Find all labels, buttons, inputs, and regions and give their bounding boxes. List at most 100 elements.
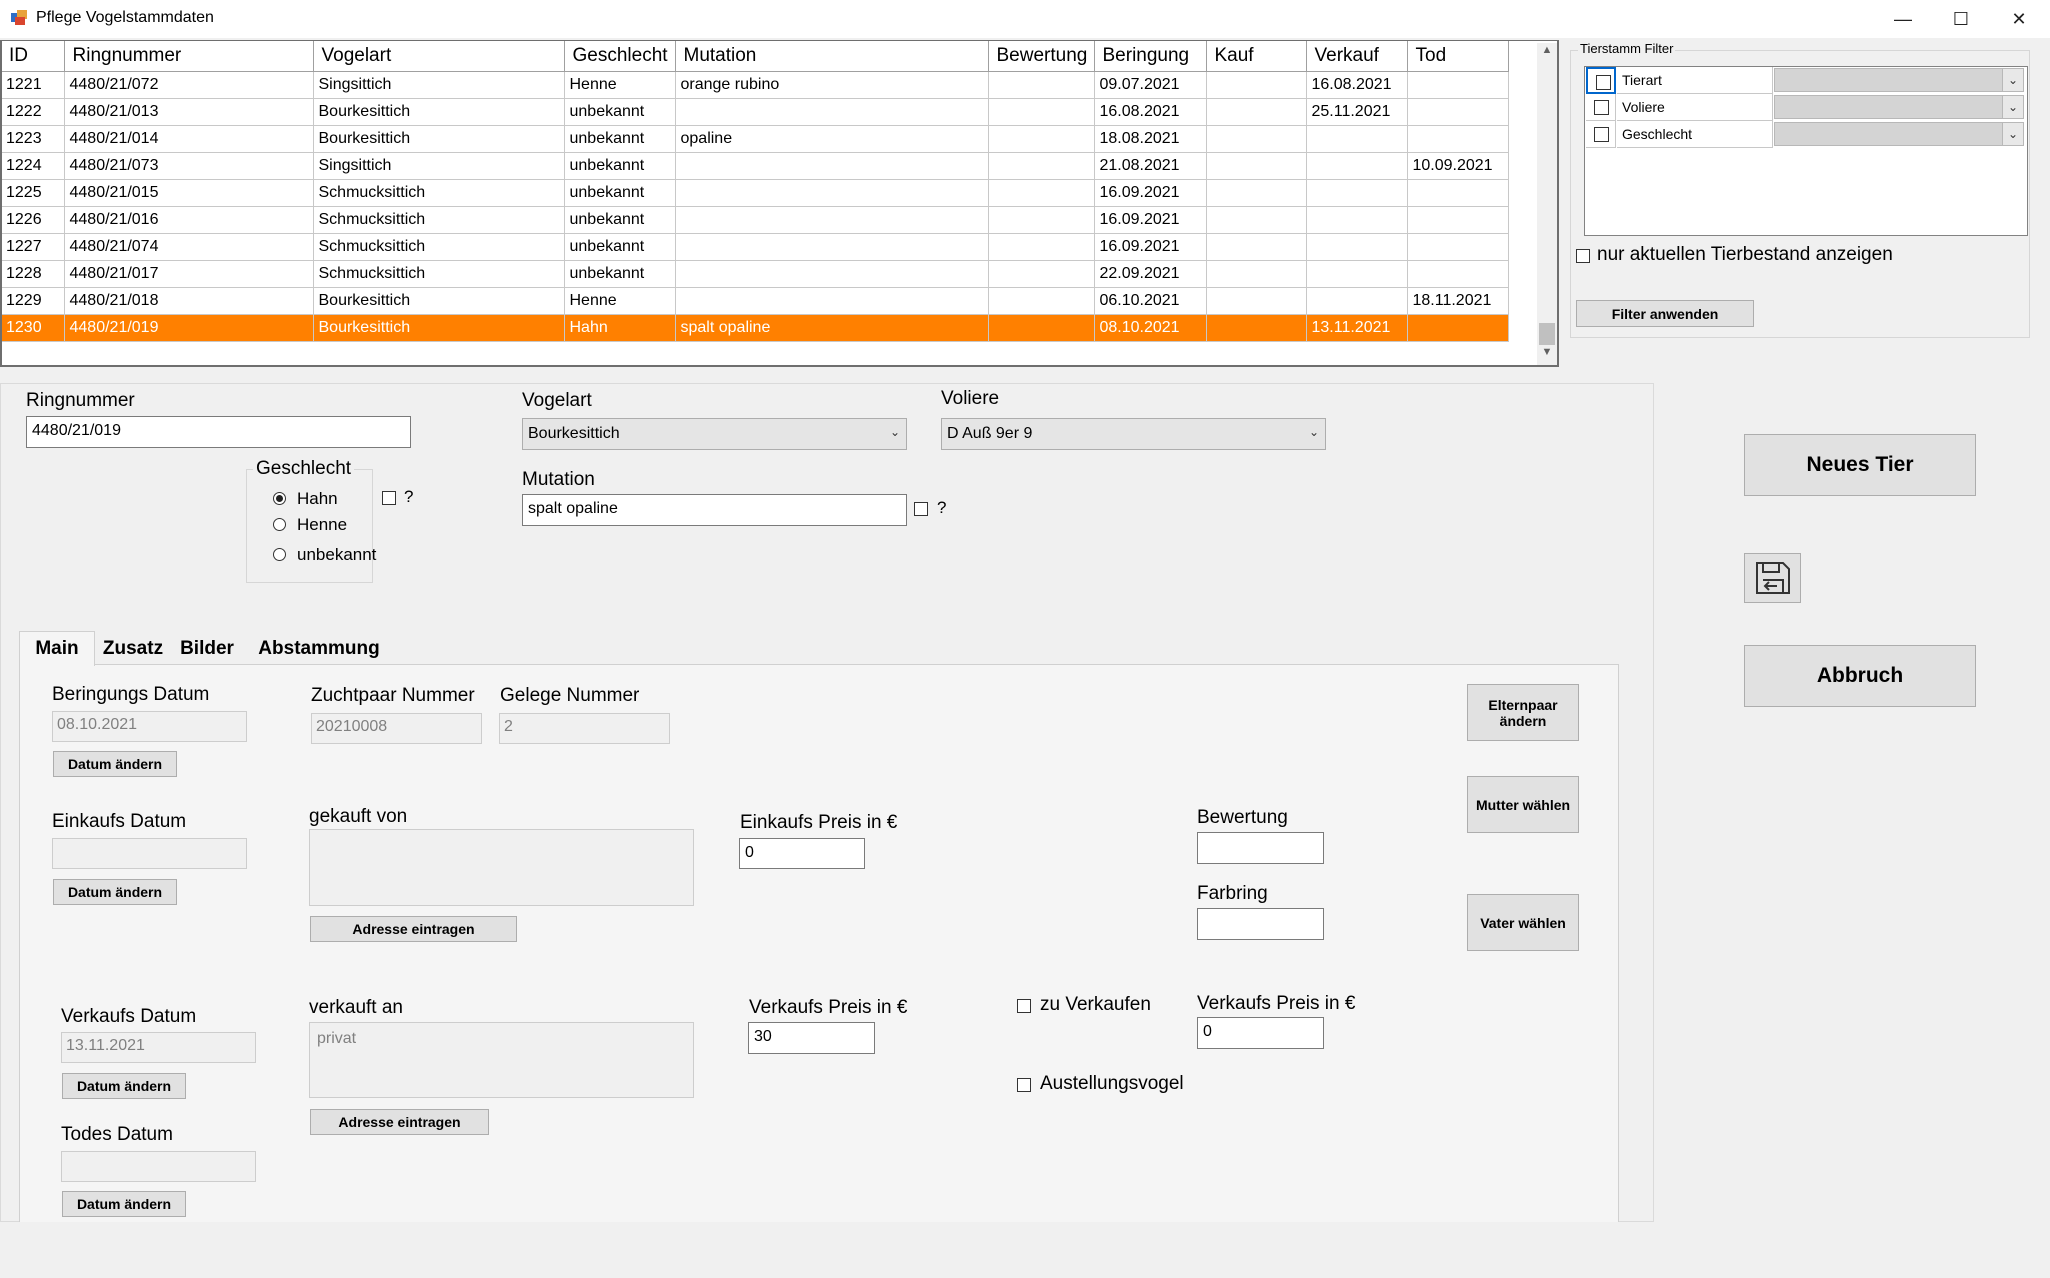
table-cell[interactable]: Singsittich [313,71,565,99]
table-cell[interactable] [988,233,1095,261]
filter-voliere-combo[interactable]: ⌄ [1774,95,2024,119]
verkaufspreis2-input[interactable]: 0 [1197,1017,1324,1049]
table-cell[interactable] [1206,314,1307,342]
tab-abstammung[interactable]: Abstammung [249,633,389,665]
geschlecht-unbekannt-radio[interactable] [273,548,286,561]
filter-tierart-checkbox[interactable] [1596,75,1611,90]
table-cell[interactable] [1206,287,1307,315]
table-cell[interactable] [1306,125,1408,153]
table-cell[interactable]: 4480/21/016 [64,206,314,234]
table-cell[interactable]: Henne [564,287,676,315]
mutter-button[interactable]: Mutter wählen [1467,776,1579,833]
tab-bilder[interactable]: Bilder [173,633,241,665]
table-cell[interactable]: 1230 [1,314,65,342]
scroll-up-icon[interactable]: ▲ [1537,44,1557,64]
table-cell[interactable]: 16.09.2021 [1094,233,1207,261]
table-cell[interactable]: unbekannt [564,152,676,180]
ringnummer-input[interactable]: 4480/21/019 [26,416,411,448]
table-cell[interactable]: unbekannt [564,260,676,288]
grid-scrollbar[interactable] [1537,43,1557,365]
table-row[interactable]: 1221 4480/21/072 Singsittich Henne orange ru… [1,71,1509,99]
geschlecht-hahn-radio[interactable] [273,492,286,505]
table-cell[interactable]: Singsittich [313,152,565,180]
table-cell[interactable] [988,260,1095,288]
table-cell[interactable] [1407,71,1509,99]
table-cell[interactable] [1306,233,1408,261]
table-cell[interactable]: unbekannt [564,125,676,153]
column-header-mutation[interactable]: Mutation [675,41,989,72]
table-cell[interactable]: 06.10.2021 [1094,287,1207,315]
table-cell[interactable] [988,206,1095,234]
gekauft-von-address-button[interactable]: Adresse eintragen [310,916,517,942]
table-cell[interactable] [988,152,1095,180]
table-cell[interactable]: 08.10.2021 [1094,314,1207,342]
table-cell[interactable]: 1226 [1,206,65,234]
table-cell[interactable]: 1224 [1,152,65,180]
table-cell[interactable] [1206,260,1307,288]
table-row[interactable]: 1222 4480/21/013 Bourkesittich unbekannt 16.… [1,98,1509,126]
table-cell[interactable]: 1223 [1,125,65,153]
chevron-down-icon[interactable]: ⌄ [2002,96,2023,118]
column-header-geschlecht[interactable]: Geschlecht [564,41,676,72]
table-cell[interactable] [1407,206,1509,234]
apply-filter-button[interactable]: Filter anwenden [1576,300,1754,327]
table-cell[interactable]: Schmucksittich [313,233,565,261]
bird-data-grid[interactable]: ID Ringnummer Vogelart Geschlecht Mutation Be… [0,41,1559,367]
scroll-thumb[interactable] [1539,323,1555,345]
column-header-ringnummer[interactable]: Ringnummer [64,41,314,72]
table-cell[interactable]: Schmucksittich [313,179,565,207]
table-cell[interactable] [1206,71,1307,99]
table-cell[interactable] [1407,314,1509,342]
column-header-vogelart[interactable]: Vogelart [313,41,565,72]
table-cell[interactable]: 25.11.2021 [1306,98,1408,126]
chevron-down-icon[interactable]: ⌄ [2002,69,2023,91]
table-cell[interactable]: Bourkesittich [313,98,565,126]
table-cell[interactable]: unbekannt [564,206,676,234]
table-cell[interactable] [1407,125,1509,153]
table-cell[interactable]: 4480/21/014 [64,125,314,153]
table-cell[interactable] [675,152,989,180]
mutation-unsure-checkbox[interactable] [914,502,928,516]
table-cell[interactable]: 13.11.2021 [1306,314,1408,342]
table-cell[interactable]: 16.09.2021 [1094,179,1207,207]
table-cell[interactable]: unbekannt [564,233,676,261]
table-cell[interactable]: Bourkesittich [313,314,565,342]
filter-geschlecht-combo[interactable]: ⌄ [1774,122,2024,146]
table-cell[interactable]: 1221 [1,71,65,99]
table-cell[interactable]: 4480/21/072 [64,71,314,99]
voliere-select[interactable]: D Auß 9er 9 ⌄ [941,418,1326,450]
table-cell[interactable] [675,233,989,261]
chevron-down-icon[interactable]: ⌄ [2002,123,2023,145]
table-cell[interactable]: Bourkesittich [313,125,565,153]
zu-verkaufen-checkbox[interactable] [1017,999,1031,1013]
table-cell[interactable]: Schmucksittich [313,206,565,234]
table-cell[interactable] [988,71,1095,99]
geschlecht-unsure-checkbox[interactable] [382,491,396,505]
table-row[interactable]: 1224 4480/21/073 Singsittich unbekannt 21.08… [1,152,1509,180]
table-cell[interactable]: 18.11.2021 [1407,287,1509,315]
table-cell[interactable] [1206,206,1307,234]
einkaufspreis-input[interactable]: 0 [739,838,865,869]
table-cell[interactable]: unbekannt [564,179,676,207]
minimize-button[interactable]: — [1874,0,1932,38]
table-cell[interactable] [1206,152,1307,180]
column-header-id[interactable]: ID [1,41,65,72]
table-cell[interactable] [988,125,1095,153]
table-cell[interactable] [988,287,1095,315]
table-cell[interactable] [1206,179,1307,207]
table-cell[interactable]: Schmucksittich [313,260,565,288]
table-cell[interactable] [988,314,1095,342]
elternpaar-button[interactable]: Elternpaar ändern [1467,684,1579,741]
table-cell[interactable] [1306,206,1408,234]
new-bird-button[interactable]: Neues Tier [1744,434,1976,496]
table-cell[interactable] [1306,287,1408,315]
table-cell[interactable]: Hahn [564,314,676,342]
chevron-down-icon[interactable]: ⌄ [890,425,900,439]
filter-geschlecht-checkbox[interactable] [1594,127,1609,142]
verkaufspreis-input[interactable]: 30 [748,1022,875,1054]
table-row[interactable]: 1225 4480/21/015 Schmucksittich unbekannt 16… [1,179,1509,207]
table-cell[interactable]: 4480/21/074 [64,233,314,261]
table-cell[interactable]: 18.08.2021 [1094,125,1207,153]
beringung-change-date-button[interactable]: Datum ändern [53,751,177,777]
current-stock-checkbox[interactable] [1576,249,1590,263]
